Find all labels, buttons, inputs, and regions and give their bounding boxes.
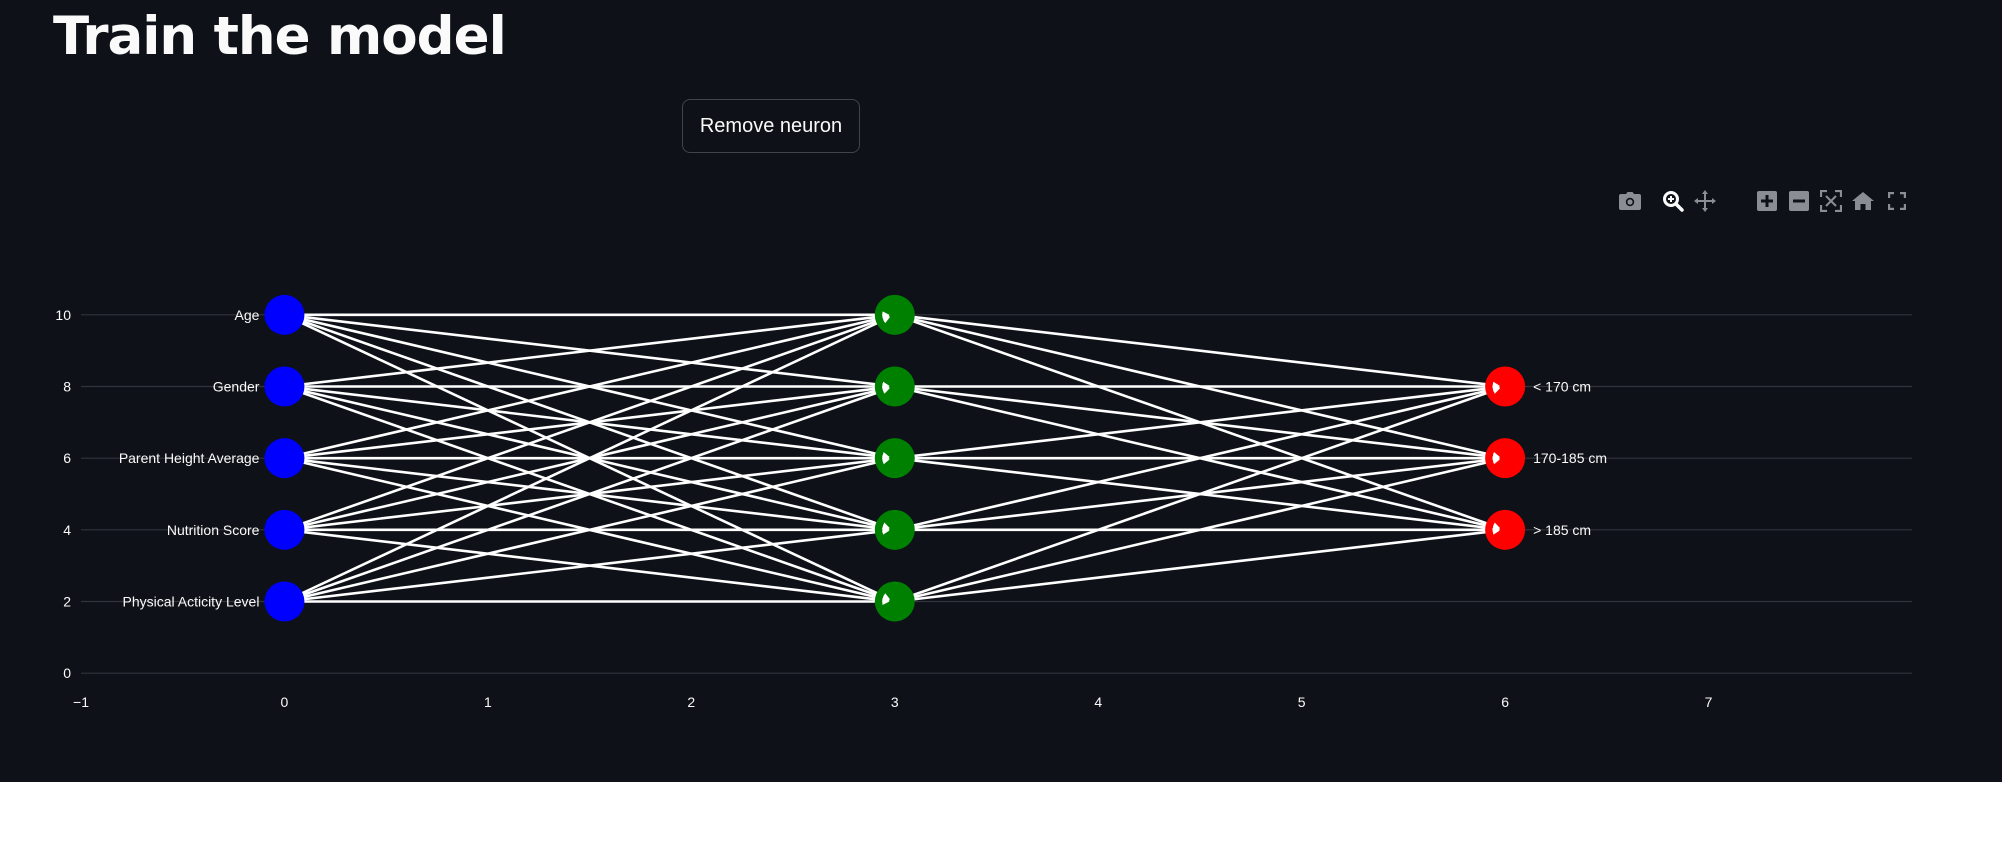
app-main: Train the model Remove neuron −1 0 1 2 3 4 5 6 7… <box>0 0 2002 782</box>
zoom-out-icon[interactable] <box>1786 188 1812 214</box>
y-tick-label: 8 <box>63 379 71 395</box>
input-node-label: Parent Height Average <box>119 450 260 466</box>
y-tick-label: 2 <box>63 594 71 610</box>
x-tick-label: 1 <box>484 694 492 710</box>
fullscreen-icon[interactable] <box>1884 188 1910 214</box>
edge-arrowhead <box>1492 527 1500 535</box>
reset-axes-icon[interactable] <box>1850 188 1876 214</box>
grid-lines <box>81 314 1912 674</box>
input-node-label: Age <box>235 307 260 323</box>
x-tick-label: 2 <box>687 694 695 710</box>
output-node-label: < 170 cm <box>1533 379 1591 395</box>
input-node-label: Gender <box>213 379 260 395</box>
x-tick-label: 7 <box>1705 694 1713 710</box>
autoscale-icon[interactable] <box>1818 188 1844 214</box>
output-node-label: 170-185 cm <box>1533 450 1607 466</box>
y-tick-label: 4 <box>63 522 71 538</box>
x-tick-label: 4 <box>1094 694 1102 710</box>
x-tick-label: 3 <box>891 694 899 710</box>
y-tick-label: 6 <box>63 450 71 466</box>
edge-arrowhead <box>882 315 890 323</box>
x-tick-label: 6 <box>1501 694 1509 710</box>
zoom-icon[interactable] <box>1660 188 1686 214</box>
pan-icon[interactable] <box>1692 188 1718 214</box>
x-axis-ticks: −1 0 1 2 3 4 5 6 7 <box>73 694 1713 710</box>
x-tick-label: 5 <box>1298 694 1306 710</box>
camera-icon[interactable] <box>1617 188 1643 214</box>
edge-arrowhead <box>1492 381 1500 389</box>
y-tick-label: 10 <box>55 307 71 323</box>
network-nodes <box>264 294 1526 622</box>
network-chart[interactable]: −1 0 1 2 3 4 5 6 7 0246810 AgeGenderParent Heigh… <box>0 0 2002 782</box>
input-node-label: Nutrition Score <box>167 522 260 538</box>
output-node-label: > 185 cm <box>1533 522 1591 538</box>
x-tick-label: 0 <box>281 694 289 710</box>
x-tick-label: −1 <box>73 694 89 710</box>
zoom-in-icon[interactable] <box>1754 188 1780 214</box>
chart-modebar <box>1617 188 1909 216</box>
y-axis-ticks: 0 2 4 6 8 10 <box>55 307 71 681</box>
y-tick-label: 0 <box>63 665 71 681</box>
input-node-label: Physical Acticity Level <box>122 594 259 610</box>
